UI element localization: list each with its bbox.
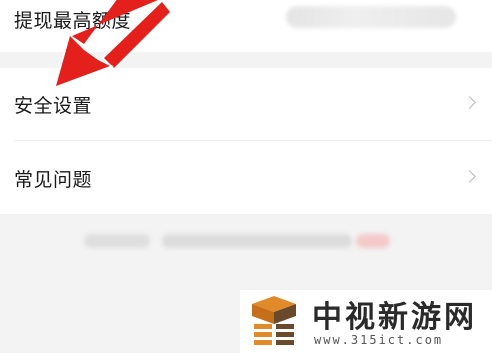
chevron-right-icon: [463, 170, 476, 183]
faq-item[interactable]: 常见问题: [0, 142, 492, 214]
withdraw-limit-value-blurred: [286, 6, 456, 28]
site-logo-icon: [252, 296, 296, 345]
chevron-right-icon: [463, 96, 476, 109]
site-watermark: 中视新游网 www.315ict.com: [240, 290, 492, 353]
withdraw-limit-label: 提现最高额度: [14, 9, 132, 32]
security-settings-item[interactable]: 安全设置: [0, 68, 492, 140]
watermark-title: 中视新游网: [312, 300, 477, 335]
footer-text-blurred: [84, 234, 150, 248]
settings-card: 安全设置 常见问题: [0, 68, 492, 214]
footer-link-blurred: [356, 234, 390, 248]
settings-page: 提现最高额度 安全设置 常见问题 中视新游网 www.315ict.com: [0, 0, 492, 353]
footer-text-blurred: [162, 234, 352, 248]
security-settings-label: 安全设置: [14, 94, 93, 117]
faq-label: 常见问题: [14, 168, 93, 191]
withdraw-limit-row[interactable]: 提现最高额度: [0, 0, 492, 52]
watermark-url: www.315ict.com: [314, 333, 444, 347]
divider: [14, 140, 492, 141]
